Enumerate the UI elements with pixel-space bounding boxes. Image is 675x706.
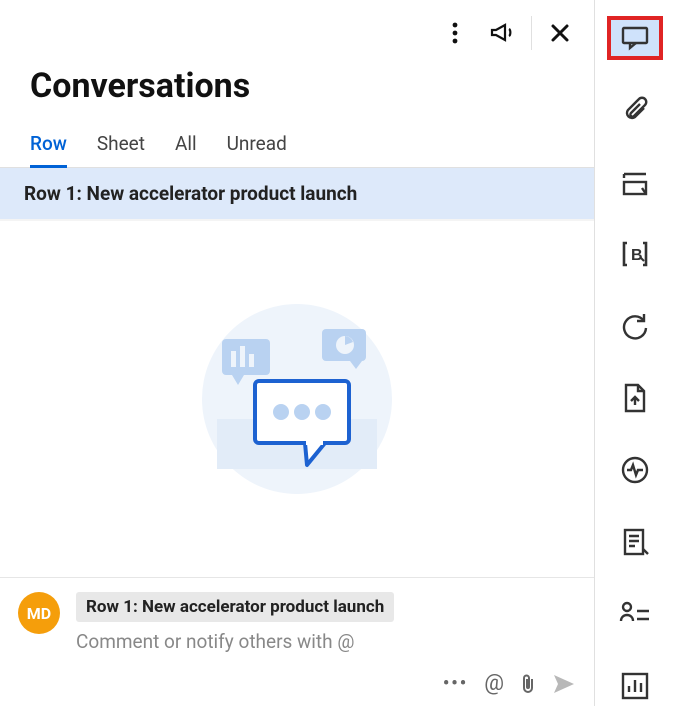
close-icon bbox=[550, 23, 570, 43]
tab-unread[interactable]: Unread bbox=[227, 126, 287, 168]
rail-upload-file-button[interactable] bbox=[609, 378, 661, 418]
announce-button[interactable] bbox=[483, 13, 523, 53]
sheet-summary-icon bbox=[620, 527, 650, 557]
composer-actions: ••• @ bbox=[18, 653, 576, 696]
rail-attachments-button[interactable] bbox=[609, 90, 661, 130]
svg-text:B: B bbox=[631, 247, 643, 264]
rail-format-button[interactable] bbox=[609, 162, 661, 202]
rail-activity-button[interactable] bbox=[609, 450, 661, 490]
toolbar-divider bbox=[531, 16, 532, 50]
brackets-b-icon: B bbox=[620, 239, 650, 269]
more-menu-button[interactable] bbox=[435, 13, 475, 53]
megaphone-icon bbox=[489, 21, 517, 45]
kebab-icon bbox=[452, 22, 458, 44]
rail-chart-button[interactable] bbox=[609, 666, 661, 706]
composer-context-chip[interactable]: Row 1: New accelerator product launch bbox=[76, 592, 394, 622]
attach-button[interactable] bbox=[520, 673, 536, 695]
send-icon bbox=[552, 673, 576, 695]
activity-icon bbox=[620, 455, 650, 485]
people-icon bbox=[619, 601, 651, 627]
comment-input[interactable]: Comment or notify others with @ bbox=[76, 622, 576, 653]
empty-state bbox=[0, 221, 594, 577]
format-icon bbox=[620, 168, 650, 196]
rail-refresh-button[interactable] bbox=[609, 306, 661, 346]
comment-composer: MD Row 1: New accelerator product launch… bbox=[0, 577, 594, 706]
tab-all[interactable]: All bbox=[175, 126, 197, 168]
rail-comments-button[interactable] bbox=[609, 18, 661, 58]
upload-file-icon bbox=[622, 383, 648, 413]
tab-sheet[interactable]: Sheet bbox=[97, 126, 145, 168]
empty-comments-illustration bbox=[187, 289, 407, 509]
avatar: MD bbox=[18, 592, 60, 634]
rail-brackets-b-button[interactable]: B bbox=[609, 234, 661, 274]
selected-row-banner[interactable]: Row 1: New accelerator product launch bbox=[0, 168, 594, 221]
attachments-icon bbox=[620, 95, 650, 125]
mention-button[interactable]: @ bbox=[484, 671, 504, 696]
rail-people-button[interactable] bbox=[609, 594, 661, 634]
conversations-panel: Conversations Row Sheet All Unread Row 1… bbox=[0, 0, 595, 706]
panel-title: Conversations bbox=[0, 56, 594, 126]
refresh-icon bbox=[620, 311, 650, 341]
conversation-tabs: Row Sheet All Unread bbox=[0, 126, 594, 168]
side-rail: B bbox=[595, 0, 675, 706]
close-button[interactable] bbox=[540, 13, 580, 53]
more-options-button[interactable]: ••• bbox=[443, 673, 468, 694]
chart-icon bbox=[620, 671, 650, 701]
panel-toolbar bbox=[0, 0, 594, 56]
tab-row[interactable]: Row bbox=[30, 126, 67, 168]
comments-icon bbox=[620, 25, 650, 51]
send-button[interactable] bbox=[552, 673, 576, 695]
paperclip-icon bbox=[520, 673, 536, 695]
rail-sheet-summary-button[interactable] bbox=[609, 522, 661, 562]
